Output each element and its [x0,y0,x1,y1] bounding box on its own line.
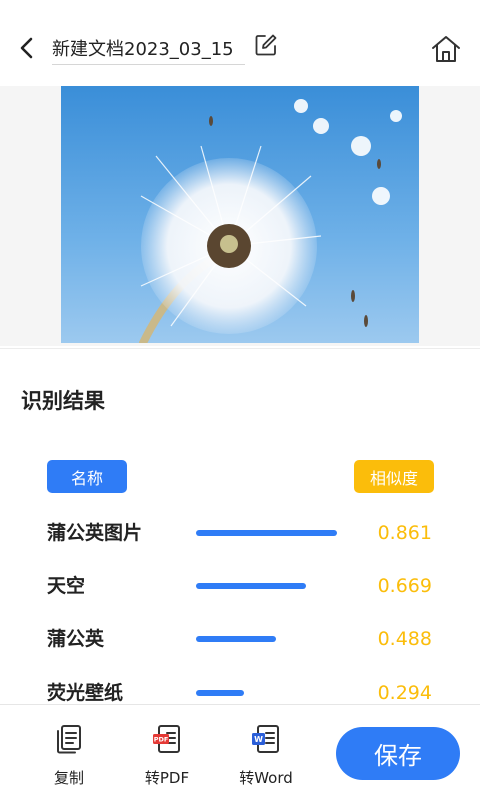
similarity-bar [196,636,276,642]
to-pdf-label: 转PDF [144,769,190,787]
dandelion-photo[interactable] [61,86,419,343]
copy-button[interactable]: 复制 [34,723,104,789]
to-word-button[interactable]: W 转Word [231,723,301,789]
word-file-icon: W [251,723,281,755]
similarity-bar [196,530,337,536]
result-heading: 识别结果 [21,389,105,413]
similarity-score: 0.669 [377,575,432,597]
top-bar: 新建文档2023_03_15 [0,0,480,86]
to-pdf-button[interactable]: PDF 转PDF [132,723,202,789]
similarity-bar [196,583,306,589]
bottom-toolbar: 复制 PDF 转PDF W 转Word 保存 [0,704,480,800]
image-preview-area [0,86,480,346]
save-button[interactable]: 保存 [336,727,460,780]
pdf-file-icon: PDF [152,723,182,755]
back-icon[interactable] [14,34,40,62]
document-title: 新建文档2023_03_15 [52,39,234,60]
result-label: 天空 [47,575,86,597]
svg-text:PDF: PDF [154,736,169,744]
document-title-field[interactable]: 新建文档2023_03_15 [52,30,245,65]
similarity-score: 0.488 [377,628,432,650]
similarity-column-header: 相似度 [354,460,434,493]
edit-icon[interactable] [254,33,278,57]
to-word-label: 转Word [239,769,293,787]
svg-text:W: W [254,735,263,744]
result-row[interactable]: 蒲公英图片 0.861 [0,518,480,548]
result-label: 蒲公英 [47,628,105,650]
name-column-header: 名称 [47,460,127,493]
copy-document-icon [54,723,84,755]
result-panel: 识别结果 名称 相似度 蒲公英图片 0.861 天空 0.669 蒲公英 0.4… [0,348,480,704]
result-row[interactable]: 天空 0.669 [0,571,480,601]
result-row[interactable]: 蒲公英 0.488 [0,624,480,654]
copy-label: 复制 [53,769,84,787]
home-icon[interactable] [430,33,462,65]
similarity-score: 0.861 [377,522,432,544]
result-label: 蒲公英图片 [47,522,143,544]
similarity-bar [196,690,244,696]
